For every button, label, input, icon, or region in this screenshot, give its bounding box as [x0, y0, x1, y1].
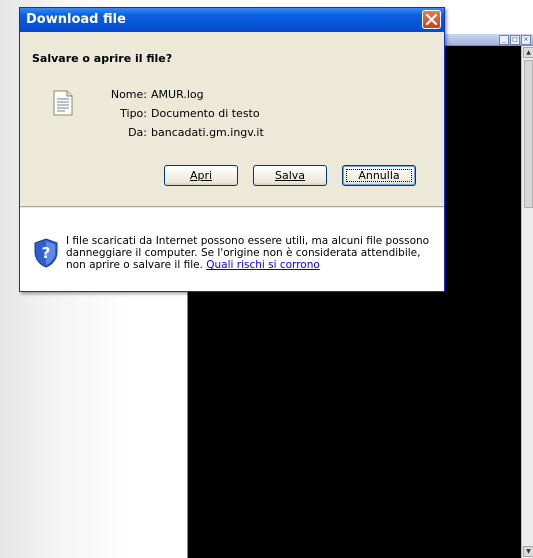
file-name-value: AMUR.log: [151, 88, 204, 101]
download-dialog: Download file Salvare o aprire il file? …: [19, 7, 445, 292]
file-type-value: Documento di testo: [151, 107, 260, 120]
save-button[interactable]: Salva: [253, 165, 327, 186]
file-name-label: Nome:: [110, 88, 147, 101]
warning-message: I file scaricati da Internet possono ess…: [66, 235, 438, 271]
file-name-row: Nome: AMUR.log: [80, 88, 264, 107]
security-shield-icon: ?: [34, 238, 58, 268]
close-icon: [426, 14, 437, 25]
file-source-value: bancadati.gm.ingv.it: [151, 126, 264, 139]
close-button[interactable]: [422, 10, 441, 29]
save-button-label: Salva: [274, 169, 306, 182]
maximize-icon[interactable]: □: [510, 35, 520, 45]
scrollbar-thumb[interactable]: [524, 60, 533, 208]
scroll-up-icon[interactable]: ▲: [523, 47, 533, 58]
text-file-icon: [53, 90, 73, 116]
warning-area: ? I file scaricati da Internet possono e…: [20, 208, 444, 291]
cancel-button-label: Annulla: [358, 169, 400, 182]
dialog-question: Salvare o aprire il file?: [32, 52, 173, 65]
minimize-icon[interactable]: _: [499, 35, 509, 45]
svg-text:?: ?: [42, 244, 51, 262]
open-button-label: Apri: [189, 169, 213, 182]
close-icon[interactable]: ×: [521, 35, 531, 45]
dialog-titlebar[interactable]: Download file: [20, 8, 444, 32]
vertical-scrollbar[interactable]: ▲ ▼: [521, 46, 533, 558]
file-info: Nome: AMUR.log Tipo: Documento di testo …: [80, 88, 264, 145]
file-source-row: Da: bancadati.gm.ingv.it: [80, 126, 264, 145]
risks-link[interactable]: Quali rischi si corrono: [206, 259, 320, 271]
file-type-label: Tipo:: [120, 107, 147, 120]
dialog-title: Download file: [26, 12, 126, 27]
open-button[interactable]: Apri: [164, 165, 238, 186]
file-source-label: Da:: [128, 126, 147, 139]
scroll-down-icon[interactable]: ▼: [523, 546, 533, 557]
cancel-button[interactable]: Annulla: [342, 165, 416, 186]
file-type-row: Tipo: Documento di testo: [80, 107, 264, 126]
